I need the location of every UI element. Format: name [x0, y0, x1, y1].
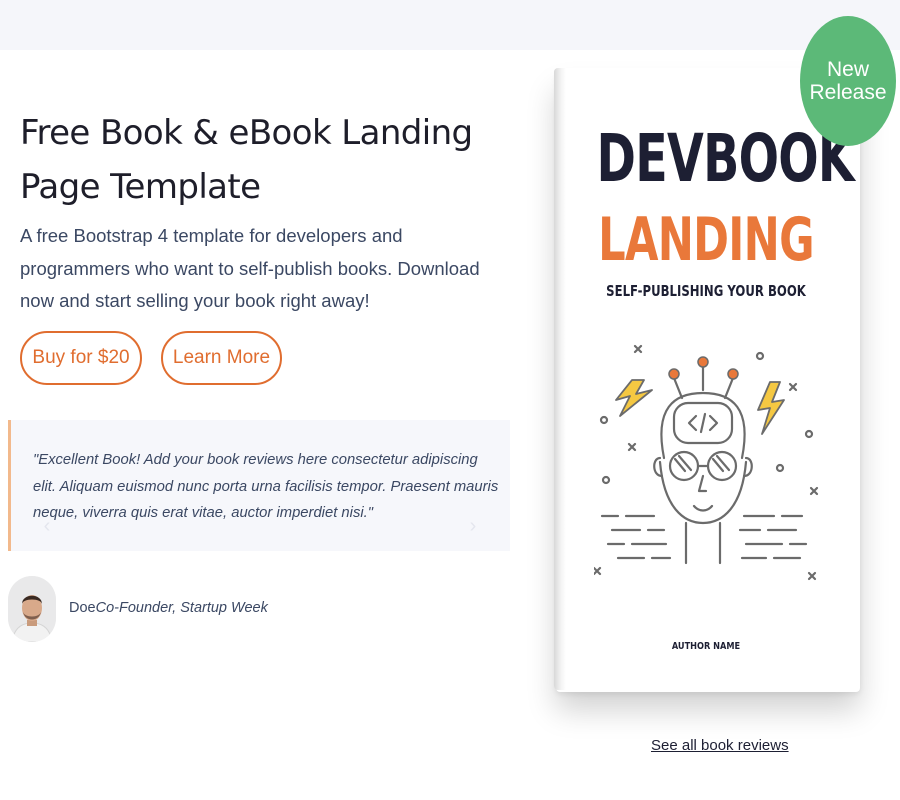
learn-more-button[interactable]: Learn More	[161, 331, 282, 385]
reviewer-name: Doe	[69, 600, 96, 616]
chevron-left-icon[interactable]: ‹	[39, 516, 55, 536]
book-title-line1: DEVBOOK	[596, 120, 855, 197]
book-author: AUTHOR NAME	[671, 641, 741, 652]
hero-description: A free Bootstrap 4 template for develope…	[20, 225, 480, 311]
developer-illustration	[594, 344, 819, 581]
reviewer-avatar	[8, 576, 56, 642]
new-release-badge: New Release	[800, 16, 896, 146]
book-cover: DEVBOOK LANDING SELF-PUBLISHING YOUR BOO…	[554, 68, 858, 690]
reviewer-role: Co-Founder, Startup Week	[95, 600, 268, 616]
top-bar	[0, 0, 900, 50]
see-all-reviews-link[interactable]: See all book reviews	[651, 737, 789, 754]
badge-label: New Release	[809, 58, 887, 104]
testimonial-carousel: "Excellent Book! Add your book reviews h…	[8, 420, 510, 551]
testimonial-quote: "Excellent Book! Add your book reviews h…	[33, 452, 499, 521]
chevron-right-icon[interactable]: ›	[465, 516, 481, 536]
hero-title: Free Book & eBook Landing Page Template	[20, 113, 473, 207]
buy-button[interactable]: Buy for $20	[20, 331, 142, 385]
reviewer-info: DoeCo-Founder, Startup Week	[69, 600, 268, 616]
book-spine	[554, 68, 566, 690]
book-subtitle: SELF-PUBLISHING YOUR BOOK	[606, 282, 806, 300]
book-title-line2: LANDING	[598, 205, 814, 275]
